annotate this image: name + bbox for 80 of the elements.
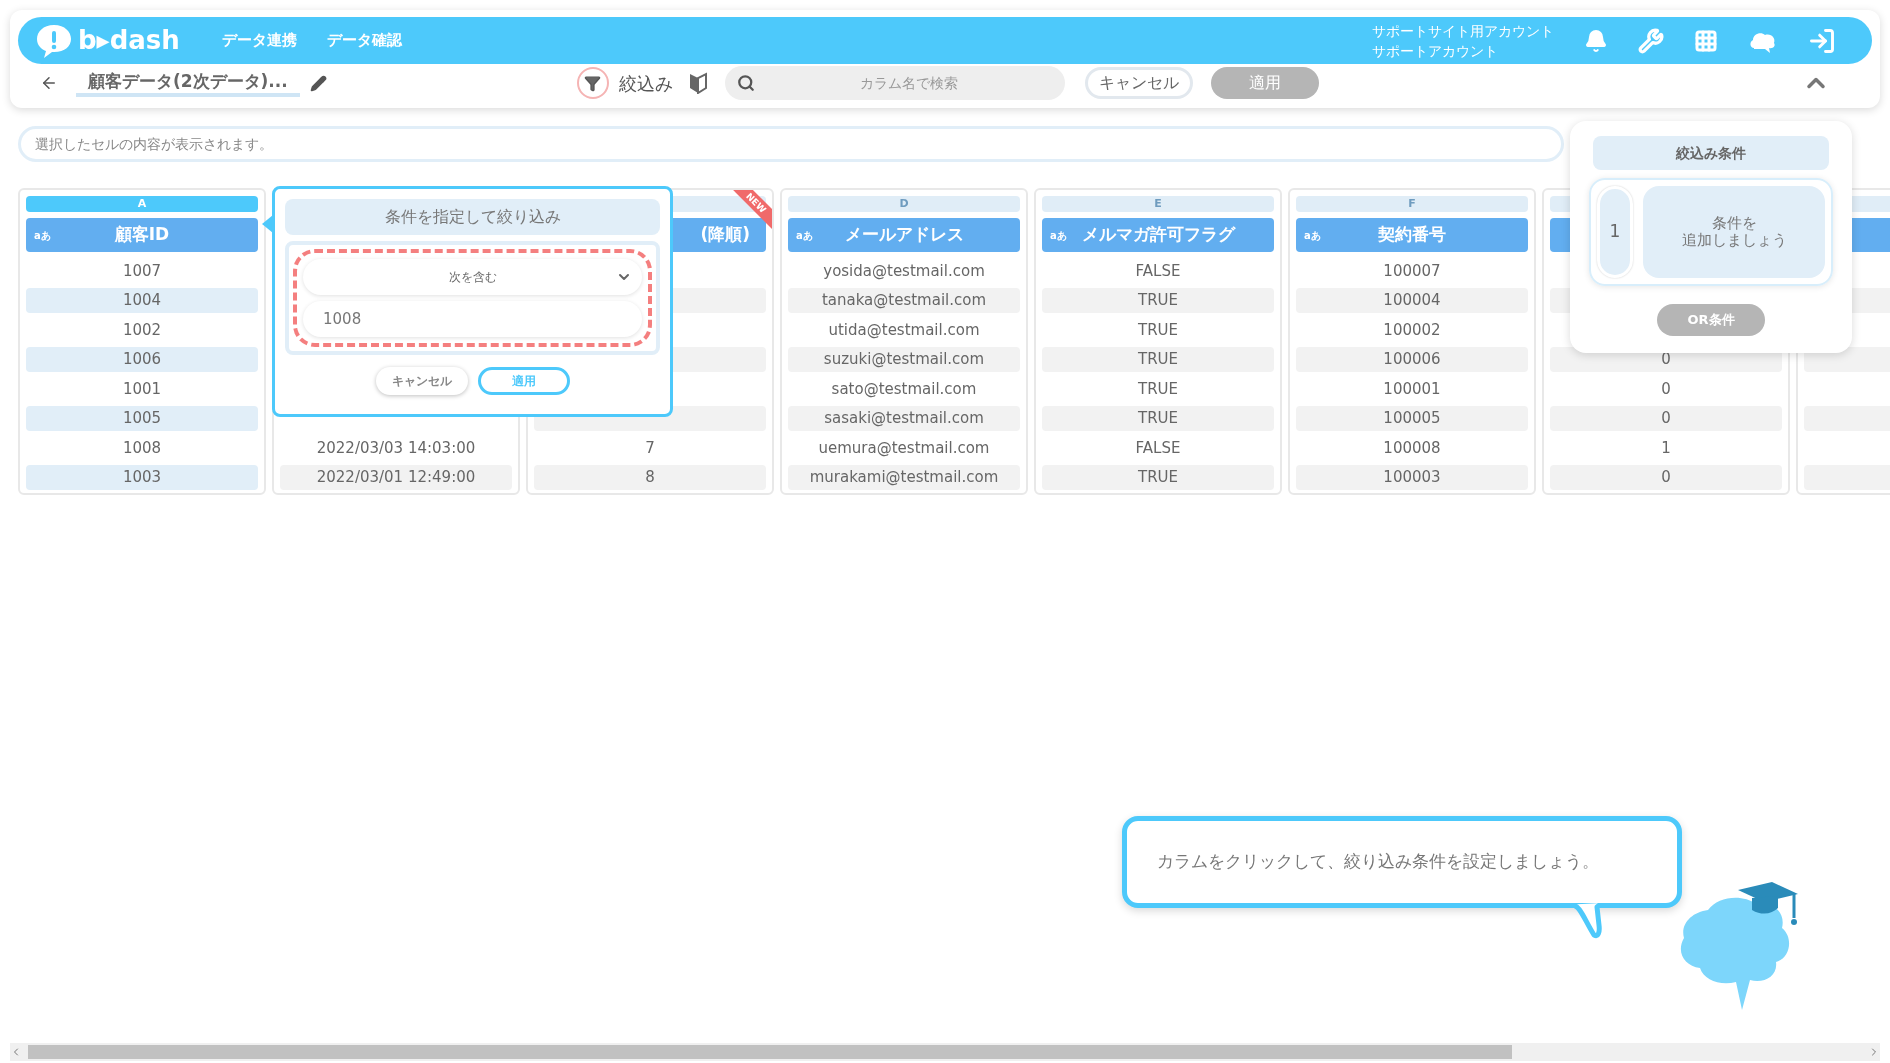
table-cell[interactable]: 100008 [1296,435,1528,461]
table-cell[interactable]: 0 [1550,376,1782,402]
table-cell[interactable]: 1007 [26,258,258,284]
table-cell[interactable]: TRUE [1042,405,1274,431]
account-name: サポートサイト用アカウント [1372,21,1554,41]
value-input[interactable]: 1008 [323,307,622,331]
table-cell[interactable]: 100002 [1296,317,1528,343]
table-cell[interactable]: 1 [1550,435,1782,461]
toolbar-button[interactable]: キャンセル [1084,67,1193,99]
scrollbar-thumb[interactable] [28,1045,1512,1059]
type-label: aあ [796,228,814,243]
column-title: メールアドレス [843,223,965,247]
popup-button[interactable]: キャンセル [375,367,468,395]
table-cell[interactable]: 100003 [1296,464,1528,490]
table-cell[interactable]: 2022/03/03 14:03:00 [280,435,512,461]
condition-card[interactable]: 1 条件を 追加しましょう [1589,178,1833,286]
type-label: aあ [34,228,52,243]
condition-number: 1 [1597,186,1633,278]
table-cell[interactable]: 1002 [26,317,258,343]
table-cell[interactable]: FALSE [1042,258,1274,284]
back-icon[interactable] [40,74,58,92]
cell-viewer-input[interactable]: 選択したセルの内容が表示されます。 [35,133,1547,155]
table-cell[interactable]: suzuki@testmail.com [788,346,1020,372]
bell-icon[interactable] [1584,28,1608,53]
data-title[interactable]: 顧客データ(2次データ)... [76,69,300,97]
column-title: メルマガ許可フラグ [1080,223,1237,247]
wrench-icon[interactable] [1638,27,1664,54]
account-name: サポートアカウント [1372,41,1499,61]
table-cell[interactable]: 100004 [1296,287,1528,313]
panel-title: 絞込み条件 [1593,136,1829,170]
table-cell[interactable]: murakami@testmail.com [788,464,1020,490]
table-cell[interactable]: TRUE [1042,376,1274,402]
table-cell[interactable]: 1003 [26,464,258,490]
table-cell[interactable]: TRUE [1042,287,1274,313]
logout-icon[interactable] [1808,26,1836,55]
beginner-mark-icon[interactable] [688,72,707,94]
table-cell[interactable]: utida@testmail.com [788,317,1020,343]
column-title: (降順) [700,223,751,247]
search-icon [736,74,755,92]
table-cell[interactable]: TRUE [1042,346,1274,372]
hint-text: カラムをクリックして、絞り込み条件を設定しましょう。 [1157,850,1599,874]
table-cell[interactable]: sato@testmail.com [788,376,1020,402]
type-label: aあ [1304,228,1322,243]
value-field[interactable]: 1008 [303,301,642,337]
table-cell[interactable]: 0 [1550,405,1782,431]
table-cell[interactable]: 1004 [26,287,258,313]
popup-title: 条件を指定して絞り込み [285,199,660,235]
table-cell[interactable]: 1005 [26,405,258,431]
table-cell[interactable]: 100006 [1296,346,1528,372]
table-cell[interactable]: 2022/03/01 12:49:00 [280,464,512,490]
column-title: 契約番号 [1377,223,1447,247]
table-cell[interactable]: 1008 [26,435,258,461]
table-cell[interactable]: uemura@testmail.com [788,435,1020,461]
table-cell[interactable]: 7 [534,435,766,461]
search-field[interactable]: カラム名で検索 [724,66,1065,100]
edit-icon[interactable] [309,74,327,92]
apps-grid-icon[interactable] [1694,28,1718,53]
table-cell[interactable]: TRUE [1042,464,1274,490]
table-cell[interactable]: 1001 [26,376,258,402]
table-cell[interactable]: tanaka@testmail.com [788,287,1020,313]
table-cell[interactable]: FALSE [1042,435,1274,461]
table-cell[interactable]: 0 [1550,464,1782,490]
table-cell[interactable]: 100005 [1296,405,1528,431]
table-cell[interactable]: yosida@testmail.com [788,258,1020,284]
table-cell[interactable]: 100001 [1296,376,1528,402]
table-cell[interactable]: 8 [534,464,766,490]
column-title: 顧客ID [113,223,171,247]
logo-icon [34,22,74,59]
table-cell[interactable]: 1006 [26,346,258,372]
filter-icon[interactable] [576,67,609,99]
table-cell[interactable]: TRUE [1042,317,1274,343]
type-label: aあ [1050,228,1068,243]
search-input[interactable]: カラム名で検索 [764,72,1053,94]
horizontal-scrollbar[interactable] [10,1043,1880,1061]
cell-viewer-field[interactable]: 選択したセルの内容が表示されます。 [18,126,1564,162]
filter-label: 絞込み [618,71,673,96]
add-condition-text[interactable]: 条件を 追加しましょう [1643,186,1825,278]
table-cell[interactable]: sasaki@testmail.com [788,405,1020,431]
condition-select[interactable]: 次を含む [303,259,642,295]
table-cell[interactable]: 100007 [1296,258,1528,284]
